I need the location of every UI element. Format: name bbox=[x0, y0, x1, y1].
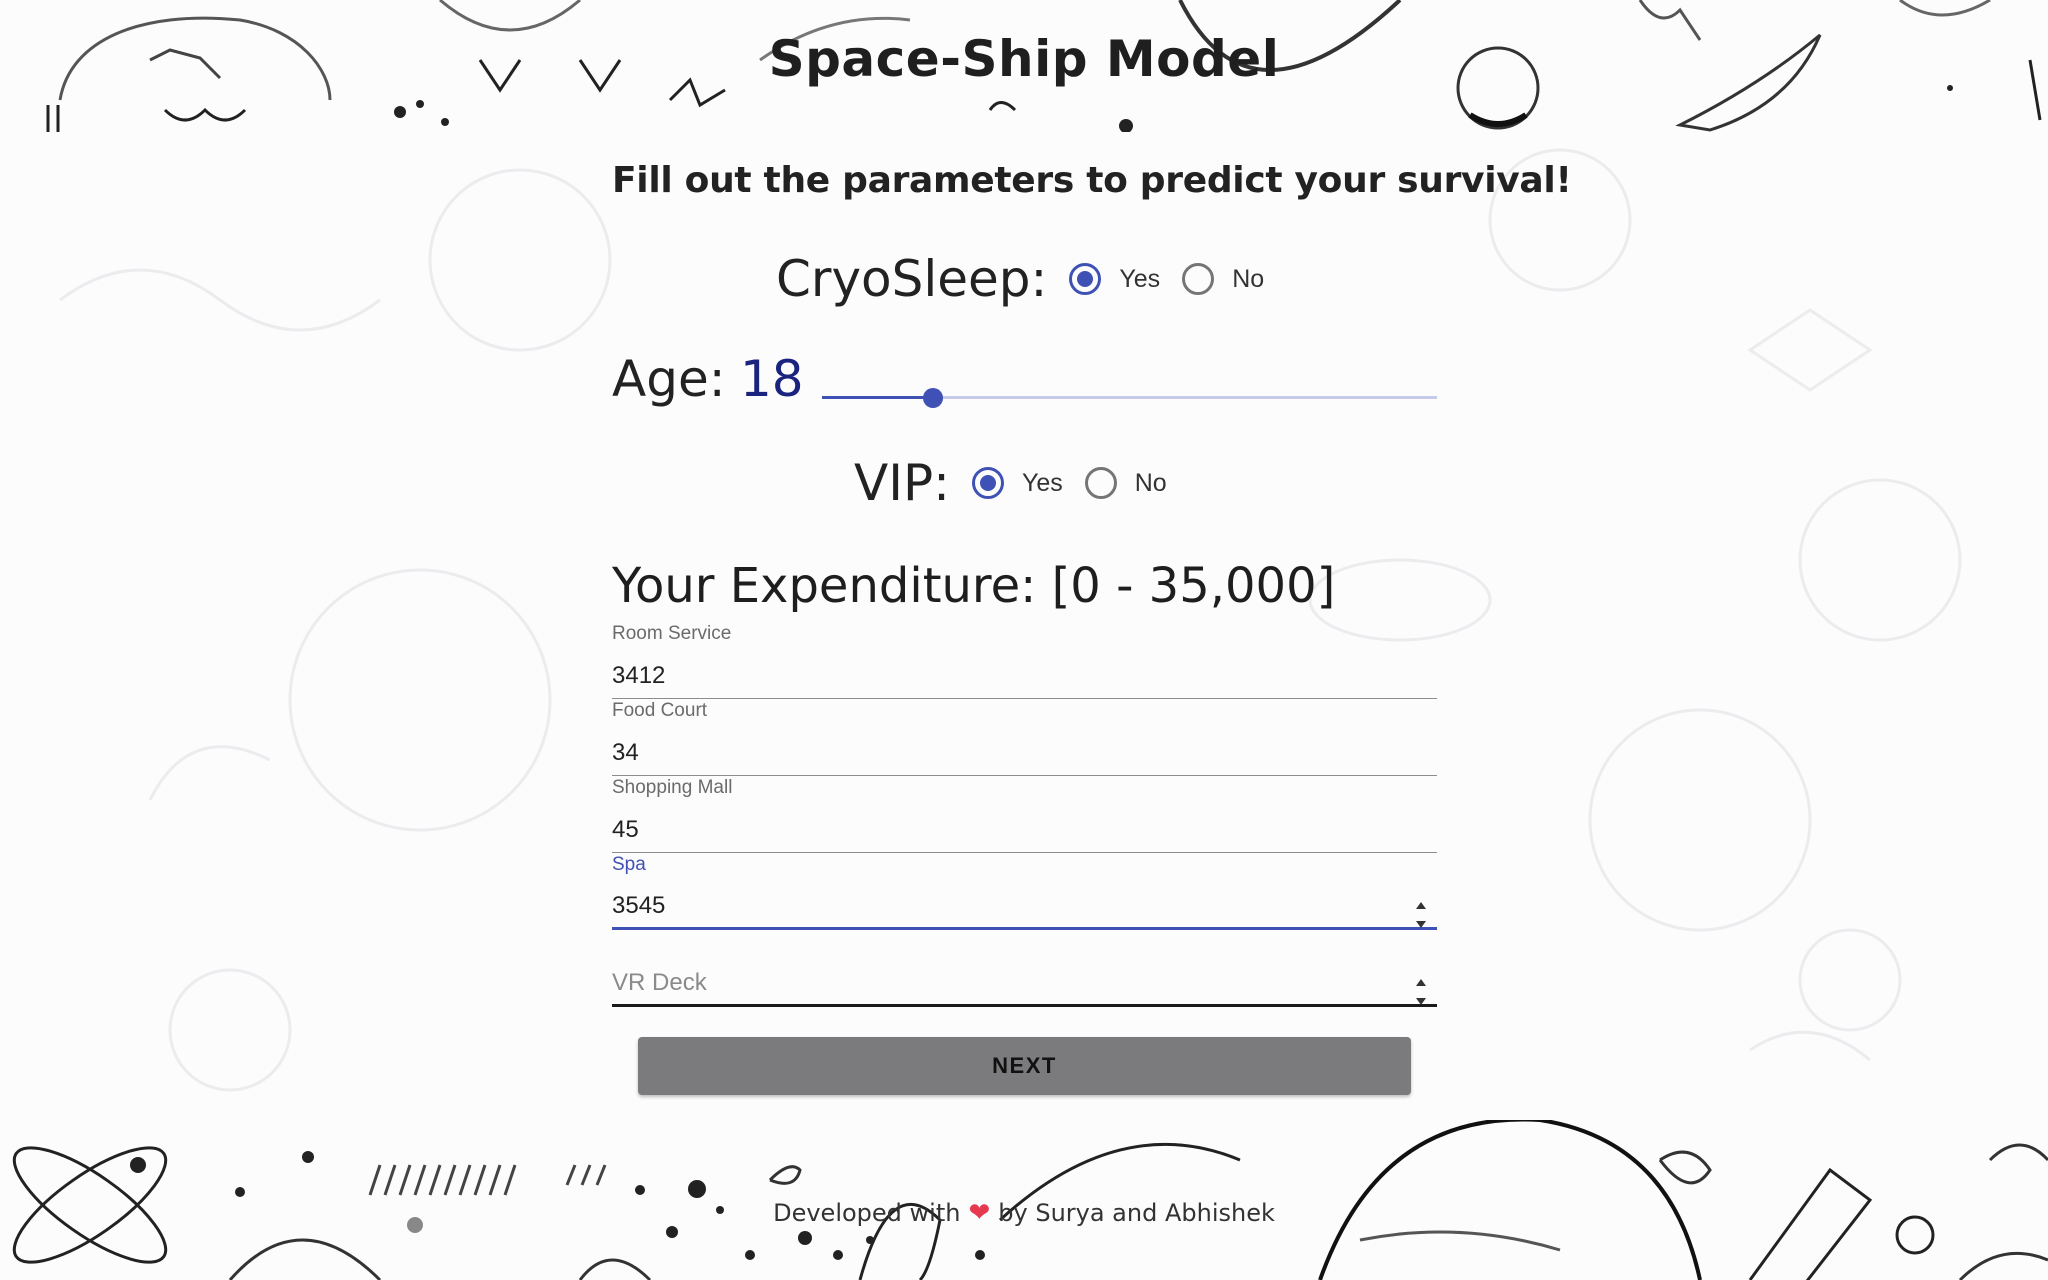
food-court-input[interactable] bbox=[612, 720, 1437, 776]
vip-no-label: No bbox=[1134, 468, 1167, 497]
room-service-field: Room Service bbox=[612, 623, 1437, 701]
spa-label: Spa bbox=[612, 854, 646, 875]
footer-suffix: by Surya and Abhishek bbox=[998, 1199, 1275, 1227]
footer-prefix: Developed with bbox=[773, 1199, 961, 1227]
cryosleep-label: CryoSleep: bbox=[776, 250, 1048, 308]
prediction-form: Fill out the parameters to predict your … bbox=[612, 160, 1572, 1095]
vr-deck-field bbox=[612, 931, 1437, 1009]
room-service-input[interactable] bbox=[612, 643, 1437, 699]
vip-no-option[interactable]: No bbox=[1084, 467, 1167, 499]
cryosleep-no-option[interactable]: No bbox=[1182, 263, 1264, 295]
slider-track bbox=[822, 396, 933, 399]
food-court-field: Food Court bbox=[612, 700, 1437, 778]
radio-button-icon[interactable] bbox=[1084, 467, 1117, 499]
spa-input[interactable] bbox=[612, 874, 1437, 930]
room-service-label: Room Service bbox=[612, 623, 732, 644]
cryosleep-no-label: No bbox=[1232, 264, 1265, 293]
vip-label: VIP: bbox=[854, 454, 950, 512]
heart-icon: ❤ bbox=[968, 1198, 991, 1228]
radio-button-icon[interactable] bbox=[1182, 263, 1215, 295]
next-button[interactable]: NEXT bbox=[638, 1037, 1411, 1095]
vip-radio-group: VIP: Yes No bbox=[854, 454, 1189, 512]
shopping-mall-field: Shopping Mall bbox=[612, 777, 1437, 855]
footer: Developed with ❤ by Surya and Abhishek bbox=[0, 1198, 2048, 1228]
number-spinner-icon[interactable] bbox=[1415, 902, 1427, 928]
age-slider[interactable] bbox=[822, 388, 1437, 408]
radio-button-icon[interactable] bbox=[971, 467, 1004, 499]
vip-yes-option[interactable]: Yes bbox=[971, 467, 1063, 499]
number-spinner-icon[interactable] bbox=[1415, 979, 1427, 1005]
expenditure-heading: Your Expenditure: [0 - 35,000] bbox=[612, 558, 1336, 614]
slider-thumb[interactable] bbox=[922, 388, 943, 408]
radio-button-icon[interactable] bbox=[1069, 263, 1102, 295]
shopping-mall-label: Shopping Mall bbox=[612, 777, 733, 798]
age-label: Age: bbox=[612, 350, 726, 408]
vip-yes-label: Yes bbox=[1021, 468, 1063, 497]
cryosleep-radio-group: CryoSleep: Yes No bbox=[776, 250, 1286, 308]
vr-deck-input[interactable] bbox=[612, 951, 1437, 1007]
shopping-mall-input[interactable] bbox=[612, 797, 1437, 853]
age-row: Age: 18 bbox=[612, 350, 1437, 420]
cryosleep-yes-label: Yes bbox=[1119, 264, 1161, 293]
age-value: 18 bbox=[740, 350, 804, 408]
spa-field: Spa bbox=[612, 854, 1437, 932]
page: Space-Ship Model Fill out the parameters… bbox=[0, 0, 2048, 1280]
form-subtitle: Fill out the parameters to predict your … bbox=[612, 160, 1572, 201]
cryosleep-yes-option[interactable]: Yes bbox=[1069, 263, 1160, 295]
food-court-label: Food Court bbox=[612, 700, 708, 721]
page-title: Space-Ship Model bbox=[768, 30, 1280, 88]
